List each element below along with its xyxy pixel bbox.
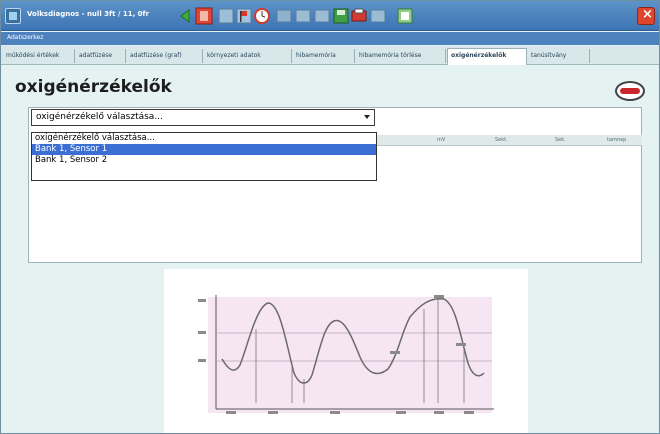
tab-operating-values[interactable]: működési értékek [3, 49, 75, 63]
x-tick-label [464, 411, 474, 414]
stop-icon[interactable] [195, 7, 213, 25]
sensor-panel: mV Sekt. Sek. tamnep [28, 107, 642, 263]
annotation-label [434, 295, 444, 298]
back-arrow-icon[interactable] [176, 7, 194, 25]
tab-certificate[interactable]: tanúsítvány [528, 49, 590, 63]
settings-icon[interactable] [369, 7, 387, 25]
flag-icon[interactable] [235, 7, 253, 25]
table-header: mV Sekt. Sek. tamnep [377, 135, 642, 146]
x-tick-label [226, 411, 236, 414]
list-icon[interactable] [313, 7, 331, 25]
sensor-signal-chart [164, 269, 528, 433]
dropdown-option[interactable]: oxigénérzékelő választása... [32, 133, 376, 144]
tab-bar: működési értékek adatfüzése adatfüzése (… [1, 46, 659, 65]
app-window: Volksdiagnos - null 3ft / 11, 0fr × Adat… [0, 0, 660, 434]
x-tick-label [434, 411, 444, 414]
sensor-dropdown-list: oxigénérzékelő választása... Bank 1, Sen… [31, 132, 377, 181]
window-title: Volksdiagnos - null 3ft / 11, 0fr [27, 10, 150, 18]
y-tick-label [198, 331, 206, 334]
clock-icon[interactable] [253, 7, 271, 25]
help-icon[interactable] [396, 7, 414, 25]
page-title: oxigénérzékelők [15, 77, 172, 97]
title-bar: Volksdiagnos - null 3ft / 11, 0fr [1, 1, 659, 31]
column-header: Sek. [555, 137, 566, 143]
annotation-label [456, 343, 466, 346]
column-header: Sekt. [495, 137, 508, 143]
app-icon [5, 8, 21, 24]
document-icon[interactable] [217, 7, 235, 25]
grid-icon[interactable] [275, 7, 293, 25]
x-tick-label [268, 411, 278, 414]
y-tick-label [198, 299, 206, 302]
x-tick-label [330, 411, 340, 414]
brand-logo [615, 81, 645, 101]
nav-strip: Adatszerkez [1, 32, 659, 45]
tab-data-logging-graph[interactable]: adatfüzése (graf) [127, 49, 203, 63]
annotation-label [390, 351, 400, 354]
close-icon[interactable] [637, 7, 655, 25]
chevron-down-icon[interactable] [364, 115, 370, 119]
nav-label: Adatszerkez [7, 34, 44, 41]
column-header: tamnep [607, 137, 627, 143]
tab-fault-memory[interactable]: hibamemória [293, 49, 355, 63]
y-tick-label [198, 359, 206, 362]
tab-environment-data[interactable]: környezeti adatok [204, 49, 292, 63]
column-header: mV [437, 137, 446, 143]
dropdown-option[interactable]: Bank 1, Sensor 1 [32, 144, 376, 155]
print-icon[interactable] [350, 7, 368, 25]
tab-oxygen-sensors[interactable]: oxigénérzékelők [447, 48, 527, 65]
sensor-select[interactable]: oxigénérzékelő választása... [31, 109, 375, 126]
dropdown-option[interactable]: Bank 1, Sensor 2 [32, 155, 376, 166]
table-icon[interactable] [294, 7, 312, 25]
tab-data-logging[interactable]: adatfüzése [76, 49, 126, 63]
sensor-select-value: oxigénérzékelő választása... [36, 112, 163, 122]
save-icon[interactable] [332, 7, 350, 25]
tab-clear-fault-memory[interactable]: hibamemória törlése [356, 49, 446, 63]
chart-area [208, 297, 492, 413]
x-tick-label [396, 411, 406, 414]
signal-chart-svg [198, 295, 494, 414]
